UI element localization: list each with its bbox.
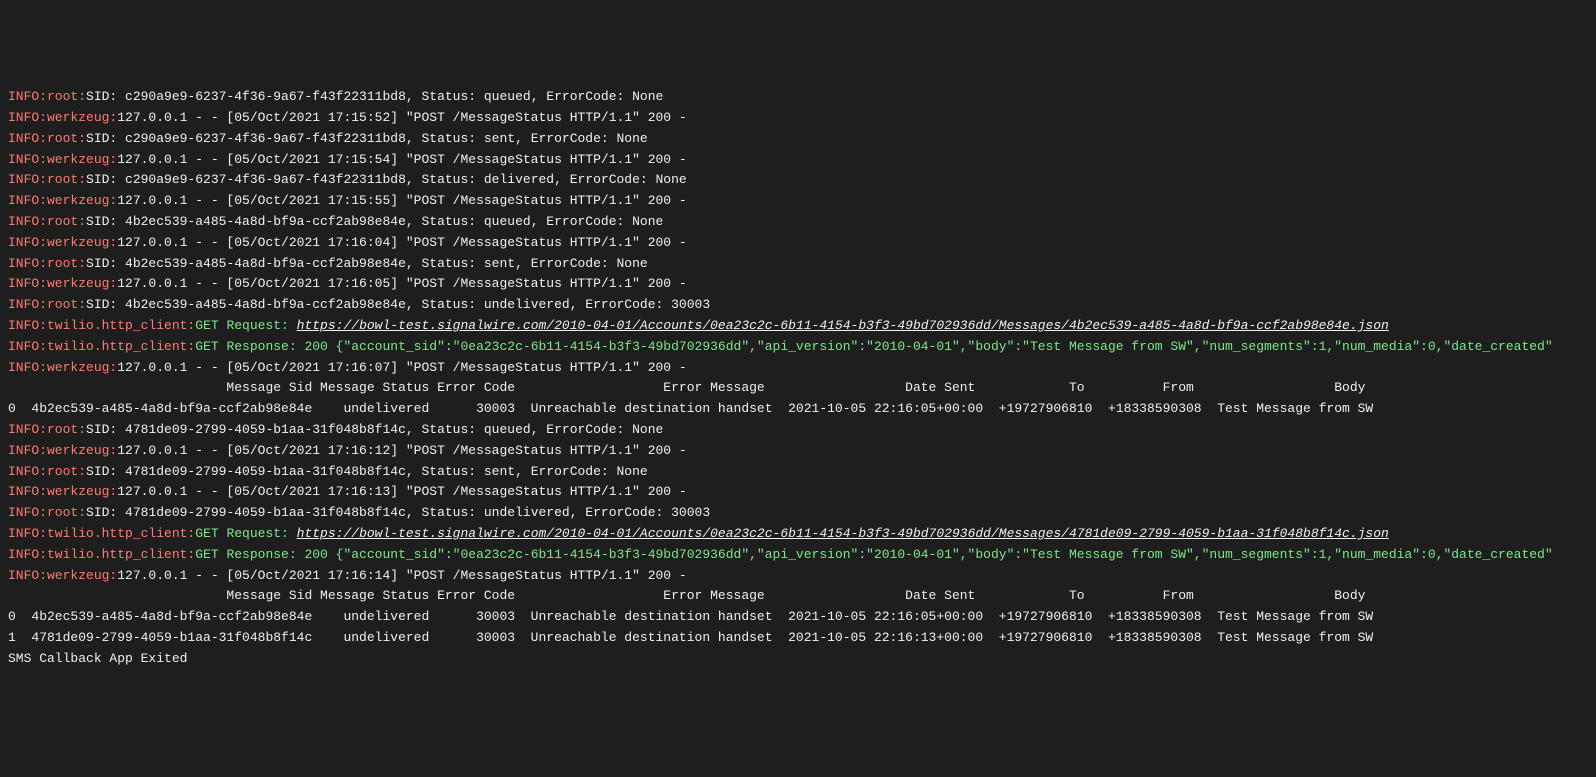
- log-segment: 0 4b2ec539-a485-4a8d-bf9a-ccf2ab98e84e u…: [8, 401, 1373, 416]
- log-line: INFO:root:SID: 4781de09-2799-4059-b1aa-3…: [8, 420, 1588, 441]
- log-line: INFO:werkzeug:127.0.0.1 - - [05/Oct/2021…: [8, 441, 1588, 462]
- log-segment: INFO:werkzeug:: [8, 235, 117, 250]
- log-segment: GET Response: 200 {"account_sid":"0ea23c…: [195, 547, 1552, 562]
- log-line: 0 4b2ec539-a485-4a8d-bf9a-ccf2ab98e84e u…: [8, 399, 1588, 420]
- log-line: INFO:werkzeug:127.0.0.1 - - [05/Oct/2021…: [8, 566, 1588, 587]
- log-segment: INFO:werkzeug:: [8, 568, 117, 583]
- log-line: INFO:root:SID: 4781de09-2799-4059-b1aa-3…: [8, 462, 1588, 483]
- log-segment: 127.0.0.1 - - [05/Oct/2021 17:16:14] "PO…: [117, 568, 687, 583]
- log-segment: Message Sid Message Status Error Code Er…: [8, 588, 1365, 603]
- log-segment: INFO:root:: [8, 464, 86, 479]
- log-line: INFO:root:SID: 4b2ec539-a485-4a8d-bf9a-c…: [8, 254, 1588, 275]
- log-segment: SID: c290a9e9-6237-4f36-9a67-f43f22311bd…: [86, 172, 687, 187]
- log-segment: INFO:werkzeug:: [8, 193, 117, 208]
- log-line: INFO:twilio.http_client:GET Request: htt…: [8, 524, 1588, 545]
- log-segment: INFO:root:: [8, 422, 86, 437]
- log-segment: INFO:werkzeug:: [8, 152, 117, 167]
- log-line: INFO:root:SID: c290a9e9-6237-4f36-9a67-f…: [8, 129, 1588, 150]
- log-line: INFO:root:SID: c290a9e9-6237-4f36-9a67-f…: [8, 87, 1588, 108]
- log-segment: 0 4b2ec539-a485-4a8d-bf9a-ccf2ab98e84e u…: [8, 609, 1373, 624]
- log-segment: SMS Callback App Exited: [8, 651, 187, 666]
- log-line: INFO:werkzeug:127.0.0.1 - - [05/Oct/2021…: [8, 108, 1588, 129]
- log-segment: INFO:root:: [8, 131, 86, 146]
- log-segment: 127.0.0.1 - - [05/Oct/2021 17:15:55] "PO…: [117, 193, 687, 208]
- log-segment: SID: c290a9e9-6237-4f36-9a67-f43f22311bd…: [86, 89, 663, 104]
- log-segment: SID: 4781de09-2799-4059-b1aa-31f048b8f14…: [86, 464, 648, 479]
- log-segment: SID: 4781de09-2799-4059-b1aa-31f048b8f14…: [86, 422, 663, 437]
- log-line: INFO:root:SID: 4781de09-2799-4059-b1aa-3…: [8, 503, 1588, 524]
- log-segment: SID: 4b2ec539-a485-4a8d-bf9a-ccf2ab98e84…: [86, 256, 648, 271]
- log-line: INFO:werkzeug:127.0.0.1 - - [05/Oct/2021…: [8, 482, 1588, 503]
- log-segment: SID: 4b2ec539-a485-4a8d-bf9a-ccf2ab98e84…: [86, 214, 663, 229]
- request-url-link[interactable]: https://bowl-test.signalwire.com/2010-04…: [297, 318, 1389, 333]
- log-segment: INFO:twilio.http_client:: [8, 318, 195, 333]
- request-url-link[interactable]: https://bowl-test.signalwire.com/2010-04…: [297, 526, 1389, 541]
- log-segment: INFO:root:: [8, 89, 86, 104]
- log-segment: INFO:root:: [8, 505, 86, 520]
- log-segment: INFO:root:: [8, 172, 86, 187]
- log-segment: INFO:root:: [8, 256, 86, 271]
- log-segment: 127.0.0.1 - - [05/Oct/2021 17:16:05] "PO…: [117, 276, 687, 291]
- log-segment: 127.0.0.1 - - [05/Oct/2021 17:16:13] "PO…: [117, 484, 687, 499]
- log-line: SMS Callback App Exited: [8, 649, 1588, 670]
- log-segment: INFO:werkzeug:: [8, 484, 117, 499]
- log-line: INFO:werkzeug:127.0.0.1 - - [05/Oct/2021…: [8, 274, 1588, 295]
- log-segment: GET Response: 200 {"account_sid":"0ea23c…: [195, 339, 1552, 354]
- log-segment: GET Request:: [195, 318, 296, 333]
- log-segment: 127.0.0.1 - - [05/Oct/2021 17:16:04] "PO…: [117, 235, 687, 250]
- log-line: Message Sid Message Status Error Code Er…: [8, 378, 1588, 399]
- log-segment: SID: c290a9e9-6237-4f36-9a67-f43f22311bd…: [86, 131, 648, 146]
- log-segment: INFO:root:: [8, 297, 86, 312]
- log-line: INFO:root:SID: 4b2ec539-a485-4a8d-bf9a-c…: [8, 212, 1588, 233]
- log-segment: Message Sid Message Status Error Code Er…: [8, 380, 1365, 395]
- log-segment: INFO:root:: [8, 214, 86, 229]
- log-segment: INFO:werkzeug:: [8, 110, 117, 125]
- log-segment: INFO:twilio.http_client:: [8, 339, 195, 354]
- log-segment: INFO:twilio.http_client:: [8, 526, 195, 541]
- log-segment: 127.0.0.1 - - [05/Oct/2021 17:15:52] "PO…: [117, 110, 687, 125]
- log-segment: 127.0.0.1 - - [05/Oct/2021 17:16:07] "PO…: [117, 360, 687, 375]
- log-segment: INFO:twilio.http_client:: [8, 547, 195, 562]
- log-line: INFO:werkzeug:127.0.0.1 - - [05/Oct/2021…: [8, 191, 1588, 212]
- log-line: 1 4781de09-2799-4059-b1aa-31f048b8f14c u…: [8, 628, 1588, 649]
- log-segment: INFO:werkzeug:: [8, 360, 117, 375]
- log-line: INFO:werkzeug:127.0.0.1 - - [05/Oct/2021…: [8, 150, 1588, 171]
- log-segment: INFO:werkzeug:: [8, 443, 117, 458]
- log-line: INFO:twilio.http_client:GET Response: 20…: [8, 337, 1588, 358]
- log-segment: GET Request:: [195, 526, 296, 541]
- log-line: INFO:werkzeug:127.0.0.1 - - [05/Oct/2021…: [8, 233, 1588, 254]
- log-line: INFO:root:SID: c290a9e9-6237-4f36-9a67-f…: [8, 170, 1588, 191]
- log-line: INFO:twilio.http_client:GET Request: htt…: [8, 316, 1588, 337]
- terminal-output[interactable]: INFO:root:SID: c290a9e9-6237-4f36-9a67-f…: [8, 87, 1588, 669]
- log-segment: SID: 4b2ec539-a485-4a8d-bf9a-ccf2ab98e84…: [86, 297, 710, 312]
- log-segment: 127.0.0.1 - - [05/Oct/2021 17:15:54] "PO…: [117, 152, 687, 167]
- log-line: INFO:werkzeug:127.0.0.1 - - [05/Oct/2021…: [8, 358, 1588, 379]
- log-line: INFO:twilio.http_client:GET Response: 20…: [8, 545, 1588, 566]
- log-line: INFO:root:SID: 4b2ec539-a485-4a8d-bf9a-c…: [8, 295, 1588, 316]
- log-line: Message Sid Message Status Error Code Er…: [8, 586, 1588, 607]
- log-segment: INFO:werkzeug:: [8, 276, 117, 291]
- log-segment: 1 4781de09-2799-4059-b1aa-31f048b8f14c u…: [8, 630, 1373, 645]
- log-segment: SID: 4781de09-2799-4059-b1aa-31f048b8f14…: [86, 505, 710, 520]
- log-line: 0 4b2ec539-a485-4a8d-bf9a-ccf2ab98e84e u…: [8, 607, 1588, 628]
- log-segment: 127.0.0.1 - - [05/Oct/2021 17:16:12] "PO…: [117, 443, 687, 458]
